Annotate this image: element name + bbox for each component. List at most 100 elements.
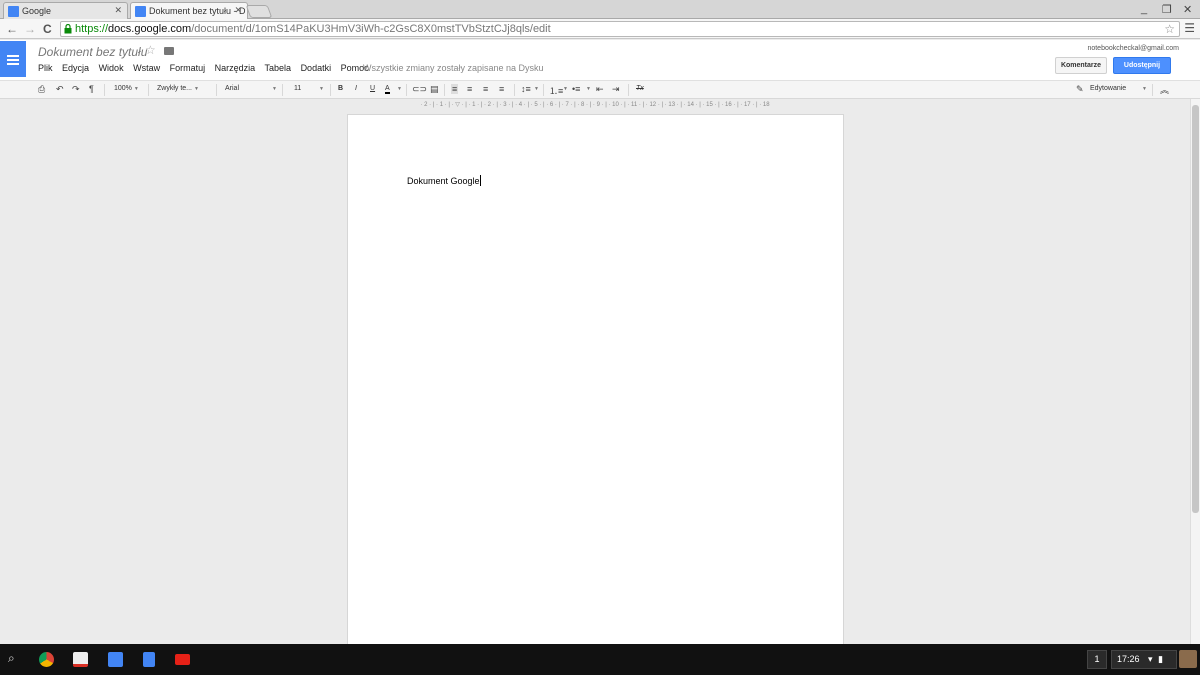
undo-icon[interactable]: ↶ bbox=[56, 84, 64, 95]
document-canvas[interactable]: · 2 · | · 1 · | · ▽ · | · 1 · | · 2 · | … bbox=[0, 99, 1190, 654]
star-icon[interactable]: ☆ bbox=[145, 43, 156, 57]
style-select[interactable]: Zwykły te... ▼ bbox=[157, 85, 199, 92]
italic-button[interactable]: I bbox=[355, 85, 357, 92]
forward-icon[interactable]: → bbox=[24, 22, 36, 36]
search-icon[interactable]: ⌕ bbox=[8, 651, 15, 666]
bulleted-list-dropdown[interactable]: ▼ bbox=[586, 85, 591, 92]
chrome-icon[interactable] bbox=[39, 652, 54, 667]
vertical-scrollbar[interactable] bbox=[1190, 99, 1200, 644]
bold-button[interactable]: B bbox=[338, 85, 343, 92]
docs-icon[interactable] bbox=[143, 652, 155, 667]
collapse-menu-icon[interactable]: ︽ bbox=[1160, 83, 1169, 96]
url-host: docs.google.com bbox=[108, 23, 192, 35]
folder-icon[interactable] bbox=[164, 47, 174, 55]
menu-narzedzia[interactable]: Narzędzia bbox=[215, 63, 256, 73]
increase-indent-icon[interactable]: ⇥ bbox=[612, 84, 620, 95]
font-size-select[interactable]: 11 bbox=[294, 85, 301, 92]
align-right-icon[interactable]: ≡ bbox=[483, 84, 488, 94]
numbered-list-dropdown[interactable]: ▼ bbox=[563, 85, 568, 92]
menu-formatuj[interactable]: Formatuj bbox=[170, 63, 206, 73]
zoom-select[interactable]: 100% ▼ bbox=[114, 85, 139, 92]
chrome-menu-icon[interactable]: ☰ bbox=[1184, 21, 1195, 35]
restore-icon[interactable]: ❐ bbox=[1162, 3, 1172, 16]
align-left-icon[interactable]: ≡ bbox=[451, 84, 459, 94]
align-justify-icon[interactable]: ≡ bbox=[499, 84, 504, 94]
lock-icon bbox=[64, 24, 72, 34]
paint-format-icon[interactable]: ¶ bbox=[89, 84, 94, 94]
battery-icon: ▮ bbox=[1158, 654, 1164, 664]
menu-bar: Plik Edycja Widok Wstaw Formatuj Narzędz… bbox=[38, 63, 376, 73]
system-tray[interactable]: 17:26 ▾ ▮ bbox=[1111, 650, 1177, 669]
browser-toolbar: ← → C https://docs.google.com/document/d… bbox=[0, 19, 1200, 39]
tab-google[interactable]: Google ✕ bbox=[3, 2, 128, 19]
google-favicon-icon bbox=[8, 6, 19, 17]
line-spacing-icon[interactable]: ↕≡ bbox=[521, 84, 531, 94]
editing-mode-value: Edytowanie bbox=[1090, 85, 1127, 92]
notification-count[interactable]: 1 bbox=[1087, 650, 1107, 669]
youtube-icon[interactable] bbox=[175, 654, 190, 665]
document-page[interactable]: Dokument Google bbox=[347, 114, 844, 654]
google-search-icon[interactable] bbox=[108, 652, 123, 667]
docs-home-icon[interactable] bbox=[0, 41, 26, 77]
account-email[interactable]: notebookcheckal@gmail.com bbox=[1087, 45, 1179, 52]
size-dropdown-arrow[interactable]: ▼ bbox=[319, 85, 324, 92]
zoom-value: 100% bbox=[114, 85, 132, 92]
tab-label: Google bbox=[22, 6, 52, 16]
gmail-icon[interactable] bbox=[73, 652, 88, 667]
docs-header: Dokument bez tytułu ☆ Plik Edycja Widok … bbox=[0, 40, 1200, 80]
decrease-indent-icon[interactable]: ⇤ bbox=[596, 84, 604, 95]
link-icon[interactable]: ⊂⊃ bbox=[412, 84, 427, 95]
clear-formatting-button[interactable]: Tx bbox=[636, 85, 644, 92]
editing-mode-select[interactable]: Edytowanie bbox=[1090, 85, 1126, 92]
comment-icon[interactable]: ▤ bbox=[430, 84, 439, 95]
align-center-icon[interactable]: ≡ bbox=[467, 84, 472, 94]
address-bar[interactable]: https://docs.google.com/document/d/1omS1… bbox=[60, 21, 1180, 37]
share-button[interactable]: Udostępnij bbox=[1113, 57, 1171, 74]
close-tab-icon[interactable]: ✕ bbox=[114, 5, 122, 16]
font-select[interactable]: Arial bbox=[225, 85, 239, 92]
window-close-icon[interactable]: ✕ bbox=[1183, 3, 1192, 16]
font-dropdown-arrow[interactable]: ▼ bbox=[272, 85, 277, 92]
wifi-icon: ▾ bbox=[1148, 654, 1153, 664]
style-value: Zwykły te... bbox=[157, 85, 193, 92]
back-icon[interactable]: ← bbox=[6, 22, 18, 36]
font-value: Arial bbox=[225, 85, 240, 92]
bookmark-star-icon[interactable]: ☆ bbox=[1164, 22, 1175, 36]
bulleted-list-icon[interactable]: •≡ bbox=[572, 84, 580, 94]
comments-button[interactable]: Komentarze bbox=[1055, 57, 1107, 74]
underline-button[interactable]: U bbox=[370, 85, 375, 92]
url-path: /document/d/1omS14PaKU3HmV3iWh-c2GsC8X0m… bbox=[191, 23, 551, 35]
os-shelf: ⌕ 1 17:26 ▾ ▮ bbox=[0, 644, 1200, 675]
screen: Google ✕ Dokument bez tytułu - D ✕ _ ❐ ✕… bbox=[0, 0, 1200, 675]
tab-docs[interactable]: Dokument bez tytułu - D ✕ bbox=[130, 2, 248, 20]
text-color-button[interactable]: A bbox=[385, 85, 390, 94]
redo-icon[interactable]: ↷ bbox=[72, 84, 80, 95]
url-scheme: https:// bbox=[75, 23, 109, 35]
text-color-dropdown[interactable]: ▼ bbox=[397, 85, 402, 92]
scrollbar-thumb[interactable] bbox=[1192, 105, 1199, 513]
print-icon[interactable]: ⎙ bbox=[38, 84, 45, 95]
mode-dropdown-arrow[interactable]: ▼ bbox=[1142, 85, 1147, 92]
numbered-list-icon[interactable]: ⒈≡ bbox=[549, 84, 563, 97]
menu-plik[interactable]: Plik bbox=[38, 63, 53, 73]
new-tab-button[interactable] bbox=[245, 5, 273, 18]
text-cursor bbox=[479, 175, 481, 186]
clock: 17:26 bbox=[1117, 654, 1140, 664]
document-text: Dokument Google bbox=[407, 176, 480, 186]
reload-icon[interactable]: C bbox=[43, 22, 52, 36]
menu-edycja[interactable]: Edycja bbox=[62, 63, 89, 73]
avatar[interactable] bbox=[1179, 650, 1197, 668]
menu-wstaw[interactable]: Wstaw bbox=[133, 63, 160, 73]
tab-label: Dokument bez tytułu - D bbox=[149, 6, 246, 16]
menu-tabela[interactable]: Tabela bbox=[265, 63, 292, 73]
menu-widok[interactable]: Widok bbox=[99, 63, 124, 73]
close-tab-icon[interactable]: ✕ bbox=[234, 5, 242, 16]
document-title[interactable]: Dokument bez tytułu bbox=[38, 45, 147, 59]
minimize-icon[interactable]: _ bbox=[1141, 3, 1147, 15]
ruler[interactable]: · 2 · | · 1 · | · ▽ · | · 1 · | · 2 · | … bbox=[346, 101, 844, 110]
docs-favicon-icon bbox=[135, 6, 146, 17]
save-status[interactable]: Wszystkie zmiany zostały zapisane na Dys… bbox=[363, 63, 544, 73]
document-body[interactable]: Dokument Google bbox=[407, 175, 481, 186]
line-spacing-dropdown[interactable]: ▼ bbox=[534, 85, 539, 92]
menu-dodatki[interactable]: Dodatki bbox=[301, 63, 332, 73]
